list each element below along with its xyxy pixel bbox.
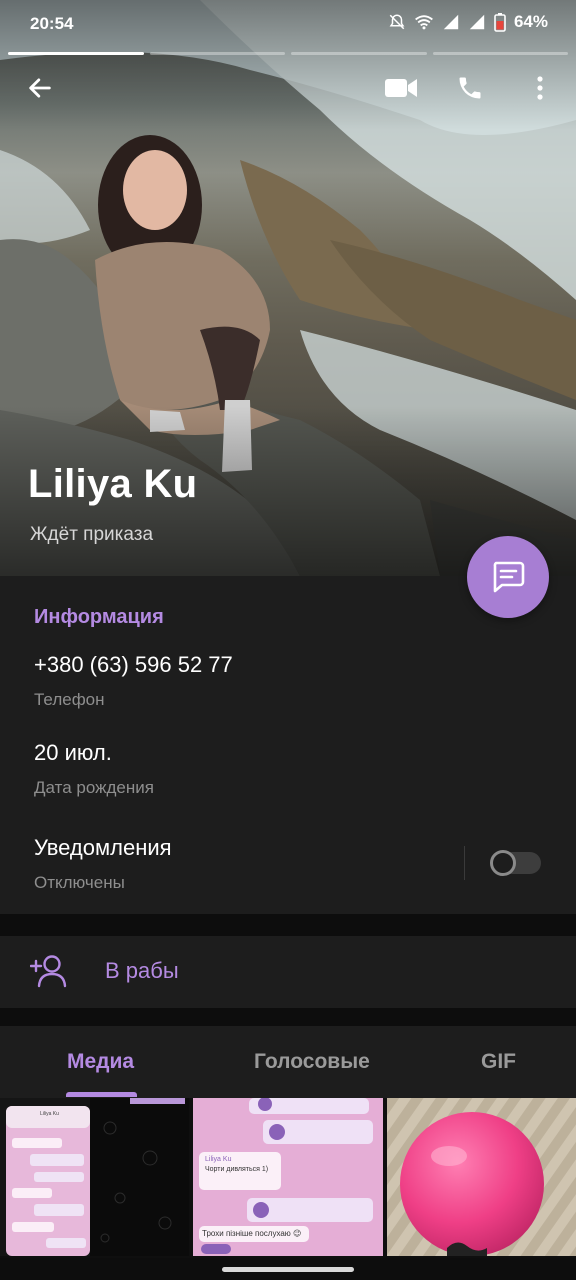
tab-gif[interactable]: GIF	[481, 1050, 516, 1074]
phone-icon	[459, 77, 481, 99]
notifications-row[interactable]: Уведомления Отключены	[34, 835, 172, 893]
divider	[464, 846, 465, 880]
story-segment	[291, 52, 427, 55]
tab-indicator	[66, 1092, 137, 1097]
video-camera-icon	[385, 79, 417, 97]
story-segment	[8, 52, 144, 55]
send-message-button[interactable]	[467, 536, 549, 618]
story-segment	[149, 52, 285, 55]
status-bar: 20:54 64%	[0, 0, 576, 46]
system-nav-bar	[0, 1258, 576, 1280]
tab-voice[interactable]: Голосовые	[254, 1050, 370, 1074]
media-thumb[interactable]: Liliya Ku	[0, 1098, 189, 1256]
thumb2-contact-name: Liliya Ku	[205, 1156, 232, 1163]
profile-name: Liliya Ku	[28, 462, 198, 506]
thumb2-message-text: Чорти дивляться 1)	[205, 1166, 269, 1173]
info-section: Информация +380 (63) 596 52 77 Телефон 2…	[0, 576, 576, 914]
signal-icon	[469, 14, 485, 30]
signal-icon	[443, 14, 459, 30]
phone-row[interactable]: +380 (63) 596 52 77 Телефон	[34, 652, 233, 710]
story-segment	[432, 52, 568, 55]
profile-status: Ждёт приказа	[30, 524, 154, 545]
media-grid: Liliya Ku Liliya Ku Чорти дивляться 1) Т…	[0, 1098, 576, 1258]
birthday-value: 20 июл.	[34, 740, 112, 765]
wifi-icon	[415, 15, 433, 30]
notifications-value: Уведомления	[34, 835, 172, 860]
thumb1-contact-name: Liliya Ku	[40, 1111, 59, 1117]
notifications-label: Отключены	[34, 873, 125, 892]
mute-icon	[389, 14, 405, 30]
more-vertical-icon	[537, 76, 543, 100]
section-gap	[0, 914, 576, 936]
thumb2-caption: Трохи пізніше послухаю 😉	[202, 1229, 302, 1238]
story-progress	[8, 52, 568, 56]
phone-value: +380 (63) 596 52 77	[34, 652, 233, 677]
status-time: 20:54	[30, 14, 74, 33]
add-contact-icon	[30, 955, 67, 988]
top-bar	[0, 64, 576, 114]
back-button[interactable]	[16, 64, 64, 112]
media-thumb[interactable]: Liliya Ku Чорти дивляться 1) Трохи пізні…	[193, 1098, 383, 1256]
info-title: Информация	[34, 606, 164, 628]
balloon-photo-thumb	[387, 1098, 576, 1256]
media-thumb[interactable]	[387, 1098, 576, 1256]
system-icons: 64%	[388, 12, 548, 32]
toggle-knob	[490, 850, 516, 876]
section-gap	[0, 1008, 576, 1026]
chat-screenshot-thumb	[0, 1098, 189, 1256]
shared-media-tabs: Медиа Голосовые GIF	[0, 1026, 576, 1098]
battery-percent: 64%	[513, 12, 548, 31]
add-to-contacts-label: В рабы	[105, 958, 179, 983]
battery-icon	[494, 13, 506, 32]
notifications-toggle[interactable]	[490, 850, 541, 876]
video-call-button[interactable]	[377, 64, 425, 112]
add-to-contacts-row[interactable]: В рабы	[0, 936, 576, 1008]
call-button[interactable]	[446, 64, 494, 112]
home-indicator[interactable]	[222, 1267, 354, 1272]
phone-label: Телефон	[34, 690, 105, 709]
message-icon	[493, 561, 525, 593]
birthday-label: Дата рождения	[34, 778, 154, 797]
arrow-left-icon	[29, 78, 51, 98]
birthday-row[interactable]: 20 июл. Дата рождения	[34, 740, 154, 798]
tab-media[interactable]: Медиа	[67, 1050, 134, 1074]
more-menu-button[interactable]	[516, 64, 564, 112]
